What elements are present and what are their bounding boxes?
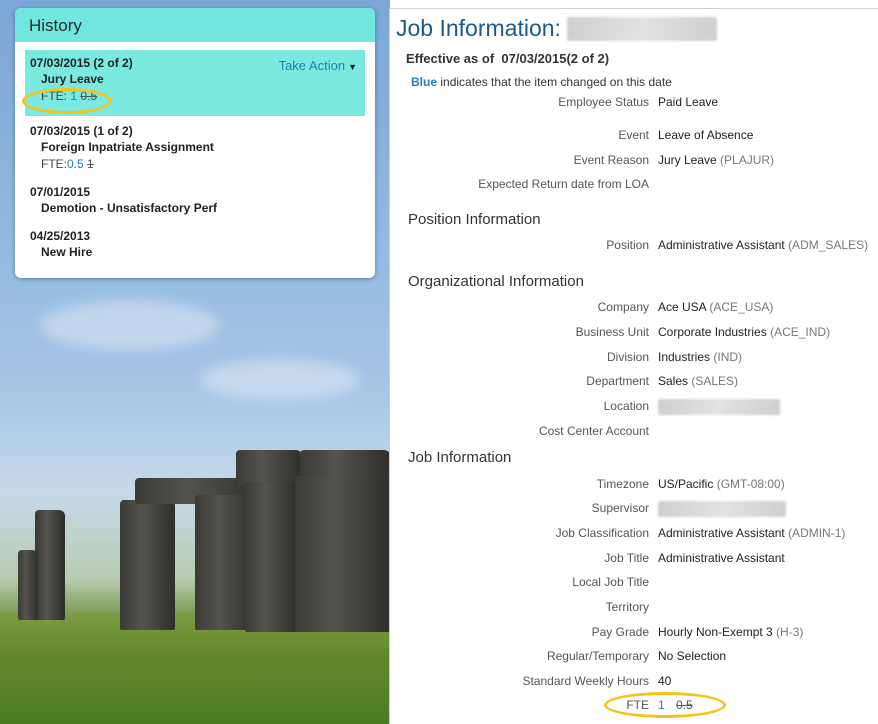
- field-row-cost-center: Cost Center Account: [390, 424, 878, 442]
- page-title-text: Job Information:: [396, 15, 561, 41]
- field-label: Position: [606, 238, 649, 252]
- job-information-panel: Job Information: Effective as of 07/03/2…: [389, 8, 878, 724]
- fte-old-value: 0.5: [80, 89, 98, 103]
- field-label: Employee Status: [558, 95, 649, 109]
- field-label: Event Reason: [573, 153, 649, 167]
- field-label: Supervisor: [591, 501, 649, 515]
- history-item-selected[interactable]: 07/03/2015 (2 of 2) Jury Leave FTE: 1 0.…: [25, 50, 365, 116]
- field-value: No Selection: [658, 649, 727, 663]
- field-label: Timezone: [596, 477, 649, 491]
- history-item[interactable]: 07/03/2015 (1 of 2) Foreign Inpatriate A…: [25, 118, 365, 177]
- field-row-territory: Territory: [390, 600, 878, 618]
- field-row-position: Position Administrative Assistant (ADM_S…: [390, 238, 878, 256]
- field-value: Ace USA (ACE_USA): [658, 300, 774, 314]
- field-row-division: Division Industries (IND): [390, 350, 878, 368]
- field-value: Administrative Assistant: [658, 551, 785, 565]
- history-item-fte: FTE: 1 0.5: [41, 89, 360, 103]
- field-label: Division: [606, 350, 649, 364]
- history-item-event: Foreign Inpatriate Assignment: [41, 140, 214, 154]
- take-action-label: Take Action: [278, 58, 346, 73]
- history-item-event: Jury Leave: [41, 72, 104, 86]
- history-item-event: Demotion - Unsatisfactory Perf: [41, 201, 218, 215]
- fte-new-value: 1: [70, 89, 78, 103]
- field-label: Regular/Temporary: [546, 649, 649, 663]
- field-row-pay-grade: Pay Grade Hourly Non-Exempt 3 (H-3): [390, 625, 878, 643]
- history-panel: History 07/03/2015 (2 of 2) Jury Leave F…: [15, 8, 375, 278]
- field-value: Industries (IND): [658, 350, 743, 364]
- field-label: Business Unit: [575, 325, 649, 339]
- fte-old-value: 0.5: [676, 698, 693, 712]
- field-value: 1 0.5: [650, 698, 693, 712]
- history-item[interactable]: 04/25/2013 New Hire: [25, 223, 365, 265]
- fte-new-value: 1: [658, 698, 665, 712]
- field-row-fte: FTE 1 0.5: [390, 698, 878, 716]
- section-title-position: Position Information: [408, 211, 541, 228]
- section-title-organizational: Organizational Information: [408, 273, 584, 290]
- field-value: Hourly Non-Exempt 3 (H-3): [658, 625, 804, 639]
- effective-date: 07/03/2015(2 of 2): [501, 51, 610, 66]
- field-value: Corporate Industries (ACE_IND): [658, 325, 831, 339]
- field-label: Local Job Title: [572, 575, 649, 589]
- history-item-fte: FTE:0.5 1: [41, 157, 360, 171]
- legend-blue: Blue: [411, 75, 438, 89]
- field-row-timezone: Timezone US/Pacific (GMT-08:00): [390, 477, 878, 495]
- history-item-date: 04/25/2013: [30, 229, 91, 243]
- field-label: Location: [603, 399, 649, 413]
- field-value: Paid Leave: [658, 95, 719, 109]
- fte-label: FTE:: [41, 89, 67, 103]
- field-label: Cost Center Account: [538, 424, 649, 438]
- field-value: US/Pacific (GMT-08:00): [658, 477, 785, 491]
- field-value: Sales (SALES): [658, 374, 739, 388]
- redacted-location: [658, 399, 780, 418]
- field-row-job-classification: Job Classification Administrative Assist…: [390, 526, 878, 544]
- field-label: Territory: [605, 600, 649, 614]
- field-label: Event: [618, 128, 649, 142]
- field-label: Standard Weekly Hours: [522, 674, 649, 688]
- field-label: Department: [586, 374, 649, 388]
- field-label: Company: [597, 300, 649, 314]
- redacted-supervisor: [658, 501, 786, 520]
- field-row-standard-weekly-hours: Standard Weekly Hours 40: [390, 674, 878, 692]
- field-row-regular-temporary: Regular/Temporary No Selection: [390, 649, 878, 667]
- field-row-event: Event Leave of Absence: [390, 128, 878, 146]
- field-label: Pay Grade: [591, 625, 649, 639]
- page-title: Job Information:: [396, 15, 717, 42]
- effective-label: Effective as of: [406, 51, 495, 66]
- effective-date-line: Effective as of 07/03/2015(2 of 2): [406, 51, 609, 66]
- field-row-local-job-title: Local Job Title: [390, 575, 878, 593]
- history-header: History: [15, 8, 375, 42]
- fte-new-value: 0.5: [67, 157, 84, 171]
- field-value: 40: [658, 674, 672, 688]
- field-row-supervisor: Supervisor: [390, 501, 878, 519]
- field-row-company: Company Ace USA (ACE_USA): [390, 300, 878, 318]
- history-item-event: New Hire: [41, 245, 93, 259]
- field-row-expected-return: Expected Return date from LOA: [390, 177, 878, 195]
- field-value: Administrative Assistant (ADMIN-1): [658, 526, 846, 540]
- field-label: Job Title: [604, 551, 649, 565]
- caret-down-icon: ▼: [348, 62, 357, 72]
- field-row-department: Department Sales (SALES): [390, 374, 878, 392]
- history-list: 07/03/2015 (2 of 2) Jury Leave FTE: 1 0.…: [15, 42, 375, 275]
- redacted-employee-name: [566, 16, 717, 41]
- field-row-event-reason: Event Reason Jury Leave (PLAJUR): [390, 153, 878, 171]
- field-value: Administrative Assistant (ADM_SALES): [658, 238, 869, 252]
- fte-old-value: 1: [87, 157, 94, 171]
- section-title-job: Job Information: [408, 449, 512, 466]
- fte-label: FTE:: [41, 157, 67, 171]
- history-item[interactable]: 07/01/2015 Demotion - Unsatisfactory Per…: [25, 179, 365, 221]
- field-value: Jury Leave (PLAJUR): [658, 153, 775, 167]
- field-label: FTE: [626, 698, 649, 712]
- field-label: Job Classification: [555, 526, 649, 540]
- take-action-button[interactable]: Take Action ▼: [279, 58, 357, 73]
- history-item-date: 07/03/2015 (1 of 2): [30, 124, 133, 138]
- field-row-location: Location: [390, 399, 878, 417]
- field-row-employee-status: Employee Status Paid Leave: [390, 95, 878, 113]
- field-row-business-unit: Business Unit Corporate Industries (ACE_…: [390, 325, 878, 343]
- legend-text: indicates that the item changed on this …: [440, 75, 672, 89]
- change-legend: Blue indicates that the item changed on …: [411, 75, 672, 89]
- history-item-date: 07/01/2015: [30, 185, 91, 199]
- field-value: Leave of Absence: [658, 128, 754, 142]
- field-label: Expected Return date from LOA: [478, 177, 649, 191]
- field-row-job-title: Job Title Administrative Assistant: [390, 551, 878, 569]
